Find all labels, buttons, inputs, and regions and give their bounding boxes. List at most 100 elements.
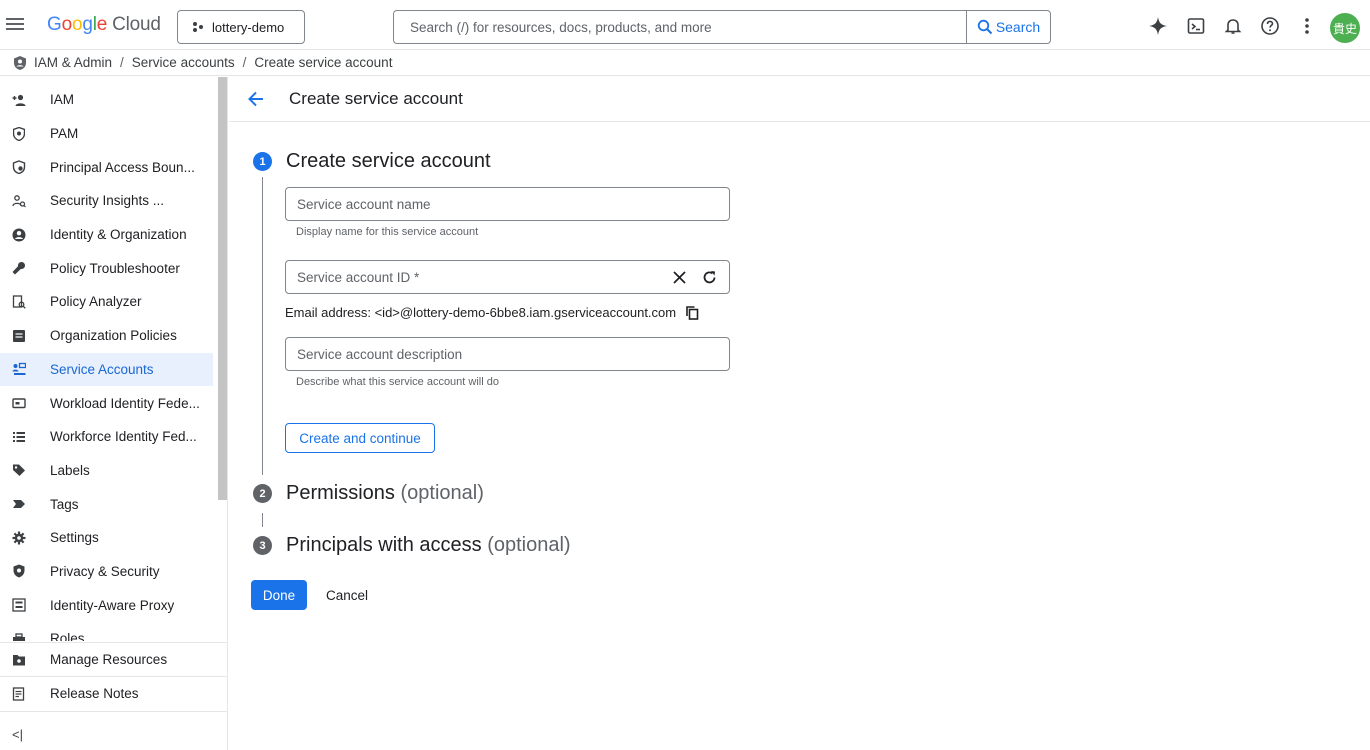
cloud-shell-icon[interactable] [1185,14,1207,38]
breadcrumb: IAM & Admin / Service accounts / Create … [0,50,1370,76]
page-title: Create service account [289,89,463,108]
step-permissions[interactable]: 2 Permissions (optional) [253,482,484,505]
principal-access-icon [12,160,26,175]
logo-letter: o [71,14,83,35]
sidebar-nav: IAM PAM Principal Access Boun... Securit… [0,83,218,641]
gear-icon [12,531,26,545]
sidebar-item-label: Roles [50,631,85,641]
service-account-icon [12,362,26,376]
main-menu-icon[interactable] [6,15,26,35]
sidebar-item-label: Release Notes [50,686,139,701]
sidebar-item-label: Identity-Aware Proxy [50,597,175,613]
sidebar-item-organization-policies[interactable]: Organization Policies [0,319,218,353]
sidebar-item-workload-identity[interactable]: Workload Identity Fede... [0,386,218,420]
back-arrow-icon[interactable] [246,89,266,112]
step-connector [262,513,263,527]
breadcrumb-separator: / [120,55,124,70]
done-button[interactable]: Done [251,580,307,610]
step-number: 3 [253,536,272,555]
sidebar-item-security-insights[interactable]: Security Insights ... [0,184,218,218]
step-optional-text: (optional) [487,534,571,556]
refresh-icon[interactable] [698,266,720,288]
step-title-text: Create service account [286,150,491,172]
email-address-line: Email address: <id>@lottery-demo-6bbe8.i… [285,305,699,320]
sidebar-item-privacy-security[interactable]: Privacy & Security [0,555,218,589]
step-principals-with-access[interactable]: 3 Principals with access (optional) [253,534,571,557]
service-account-name-field [285,187,730,221]
label-icon [12,463,26,477]
step-connector [262,177,263,475]
step-optional-text: (optional) [400,482,484,504]
sidebar-item-label: Privacy & Security [50,563,160,579]
sidebar-item-identity-aware-proxy[interactable]: Identity-Aware Proxy [0,588,218,622]
list-icon [12,430,26,444]
sidebar-item-identity-organization[interactable]: Identity & Organization [0,218,218,252]
sidebar-item-label: Policy Analyzer [50,294,142,310]
description-hint: Describe what this service account will … [296,376,499,388]
sidebar-item-settings[interactable]: Settings [0,521,218,555]
search-input[interactable] [394,11,966,43]
top-bar: GoogleCloud lottery-demo Search 貴史 [0,0,1370,50]
clear-icon[interactable] [668,266,690,288]
sidebar-item-service-accounts[interactable]: Service Accounts [0,352,213,387]
copy-icon[interactable] [686,305,699,320]
step-title: Create service account [286,150,491,173]
name-hint: Display name for this service account [296,226,479,238]
step-number: 2 [253,484,272,503]
cancel-button[interactable]: Cancel [318,580,376,610]
step-number: 1 [253,152,272,171]
search-button[interactable]: Search [966,11,1050,43]
sidebar-item-labels[interactable]: Labels [0,454,218,488]
more-vert-icon[interactable] [1297,14,1317,38]
service-account-description-input[interactable] [286,346,729,362]
sidebar-item-label: Identity & Organization [50,227,187,243]
sidebar-item-pam[interactable]: PAM [0,117,218,151]
sidebar-item-iam[interactable]: IAM [0,83,218,117]
create-and-continue-button[interactable]: Create and continue [285,423,435,453]
sidebar-item-release-notes[interactable]: Release Notes [0,676,228,710]
help-icon[interactable] [1259,14,1281,38]
step-create-service-account: 1 Create service account [253,150,491,173]
privacy-shield-icon [12,564,26,578]
notifications-icon[interactable] [1222,14,1244,38]
google-cloud-logo[interactable]: Google Cloud [47,14,161,36]
sidebar-item-workforce-identity[interactable]: Workforce Identity Fed... [0,420,218,454]
sidebar-item-label: Security Insights ... [50,193,165,209]
wrench-icon [12,261,26,275]
service-account-description-field [285,337,730,371]
collapse-sidebar-button[interactable]: <| [12,727,23,742]
sidebar-item-label: PAM [50,126,79,142]
sidebar-item-policy-analyzer[interactable]: Policy Analyzer [0,285,218,319]
step-title-text: Principals with access [286,534,482,556]
tag-icon [12,497,26,511]
sidebar-item-label: Manage Resources [50,652,168,667]
account-circle-icon [12,228,26,242]
service-account-id-field [285,260,730,294]
sidebar-item-label: IAM [50,92,75,108]
roles-icon [12,632,26,641]
email-address-text: Email address: <id>@lottery-demo-6bbe8.i… [285,305,677,320]
sidebar-scrollbar[interactable] [218,77,227,500]
breadcrumb-iam-admin[interactable]: IAM & Admin [34,55,112,70]
sidebar-item-roles[interactable]: Roles [0,622,218,641]
proxy-icon [12,598,26,612]
person-add-icon [12,93,26,107]
sidebar-item-label: Service Accounts [50,361,154,377]
step-title-text: Permissions [286,482,395,504]
logo-letter: G [47,14,62,35]
account-avatar[interactable]: 貴史 [1330,13,1360,43]
breadcrumb-current: Create service account [254,55,393,70]
breadcrumb-service-accounts[interactable]: Service accounts [132,55,235,70]
badge-icon [12,396,26,410]
service-account-name-input[interactable] [286,196,729,212]
gemini-spark-icon[interactable] [1147,14,1169,38]
sidebar-item-principal-access-boundary[interactable]: Principal Access Boun... [0,150,218,184]
sidebar: IAM PAM Principal Access Boun... Securit… [0,77,228,750]
sidebar-item-manage-resources[interactable]: Manage Resources [0,642,228,676]
page-header: Create service account [229,77,1370,122]
sidebar-item-label: Labels [50,462,90,478]
service-account-id-input[interactable] [286,269,668,285]
sidebar-item-tags[interactable]: Tags [0,487,218,521]
project-picker[interactable]: lottery-demo [177,10,305,44]
sidebar-item-policy-troubleshooter[interactable]: Policy Troubleshooter [0,251,218,285]
